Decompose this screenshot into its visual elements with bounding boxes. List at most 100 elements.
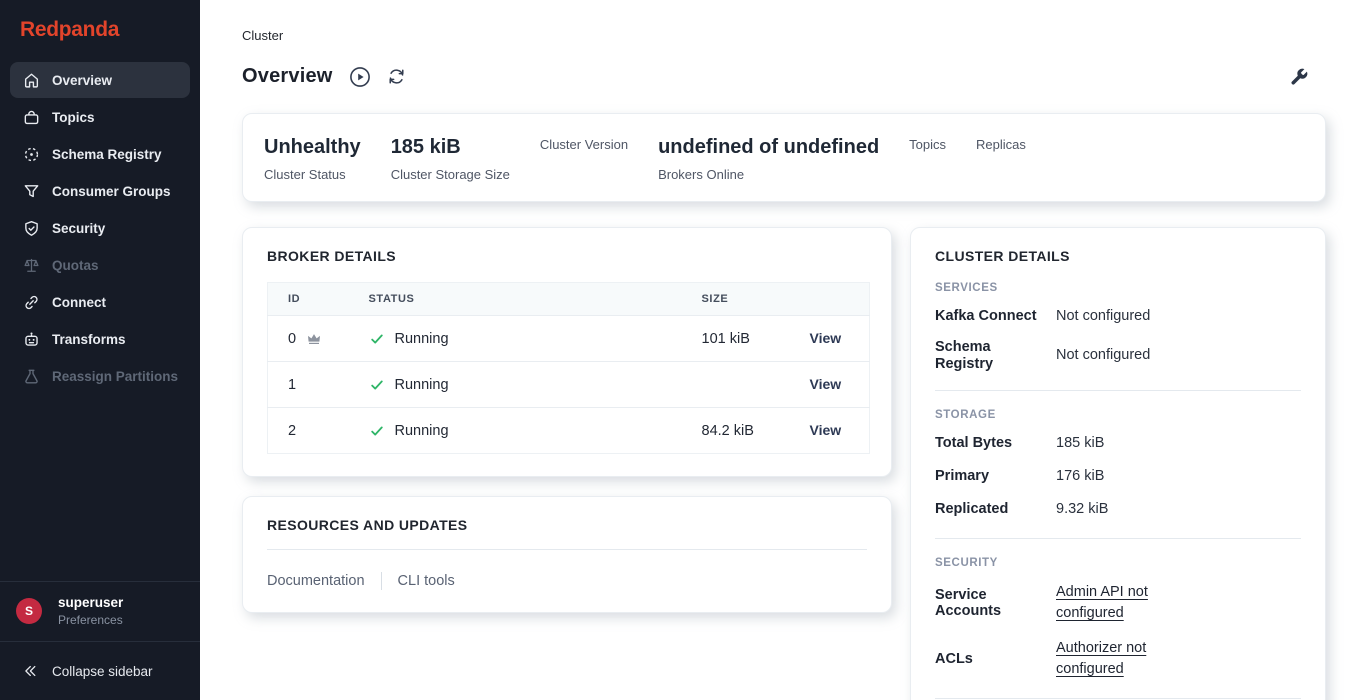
divider bbox=[267, 549, 867, 550]
link-icon bbox=[23, 294, 40, 311]
sidebar-item-label: Security bbox=[52, 221, 105, 236]
kv-label: Primary bbox=[935, 468, 1040, 485]
schema-registry-icon bbox=[23, 146, 40, 163]
kv-label: Replicated bbox=[935, 501, 1040, 518]
broker-size: 84.2 kiB bbox=[702, 408, 810, 454]
collapse-sidebar-button[interactable]: Collapse sidebar bbox=[0, 641, 200, 700]
page-header: Overview bbox=[242, 65, 1326, 88]
sidebar-item-transforms[interactable]: Transforms bbox=[10, 321, 190, 357]
kv-row-total-bytes: Total Bytes 185 kiB bbox=[935, 433, 1301, 454]
home-icon bbox=[23, 72, 40, 89]
kv-label: Service Accounts bbox=[935, 587, 1040, 620]
cluster-details-title: CLUSTER DETAILS bbox=[935, 248, 1301, 264]
table-row: 0 Running 101 kiB View bbox=[268, 316, 870, 362]
collapse-sidebar-label: Collapse sidebar bbox=[52, 664, 153, 679]
stat-replicas: Replicas bbox=[976, 134, 1026, 153]
storage-section-heading: STORAGE bbox=[935, 409, 1301, 421]
broker-size bbox=[702, 362, 810, 408]
sidebar-item-security[interactable]: Security bbox=[10, 210, 190, 246]
broker-id: 1 bbox=[288, 377, 296, 393]
sidebar-item-reassign-partitions: Reassign Partitions bbox=[10, 358, 190, 394]
stat-cluster-storage-size: 185 kiB Cluster Storage Size bbox=[391, 134, 510, 183]
divider bbox=[935, 390, 1301, 391]
kv-value: Not configured bbox=[1056, 306, 1150, 327]
security-section-heading: SECURITY bbox=[935, 557, 1301, 569]
status-ok-icon bbox=[369, 423, 385, 439]
stat-label: Cluster Storage Size bbox=[391, 167, 510, 183]
stat-label: Brokers Online bbox=[658, 167, 879, 183]
broker-size: 101 kiB bbox=[702, 316, 810, 362]
broker-details-title: BROKER DETAILS bbox=[267, 248, 867, 264]
broker-status: Running bbox=[395, 377, 449, 393]
robot-icon bbox=[23, 331, 40, 348]
status-ok-icon bbox=[369, 331, 385, 347]
breadcrumb[interactable]: Cluster bbox=[242, 28, 283, 43]
stat-cluster-status: Unhealthy Cluster Status bbox=[264, 134, 361, 183]
column-header-actions bbox=[810, 283, 870, 316]
admin-api-not-configured-link[interactable]: Admin API not configured bbox=[1056, 582, 1168, 624]
column-header-id: ID bbox=[268, 283, 369, 316]
sidebar-item-consumer-groups[interactable]: Consumer Groups bbox=[10, 173, 190, 209]
sidebar-item-label: Transforms bbox=[52, 332, 126, 347]
kv-value: Not configured bbox=[1056, 345, 1150, 366]
broker-id: 2 bbox=[288, 423, 296, 439]
wrench-icon[interactable] bbox=[1289, 67, 1309, 87]
kv-value: 176 kiB bbox=[1056, 466, 1104, 487]
stat-label: Replicas bbox=[976, 137, 1026, 153]
table-row: 1 Running View bbox=[268, 362, 870, 408]
kv-row-schema-registry: Schema Registry Not configured bbox=[935, 339, 1301, 372]
broker-id: 0 bbox=[288, 331, 296, 347]
sidebar-item-connect[interactable]: Connect bbox=[10, 284, 190, 320]
vertical-divider bbox=[381, 572, 382, 590]
user-preferences-link[interactable]: Preferences bbox=[58, 613, 123, 627]
view-broker-link[interactable]: View bbox=[810, 330, 842, 346]
kv-row-replicated: Replicated 9.32 kiB bbox=[935, 499, 1301, 520]
user-menu[interactable]: S superuser Preferences bbox=[0, 581, 200, 641]
sidebar-item-overview[interactable]: Overview bbox=[10, 62, 190, 98]
stat-topics: Topics bbox=[909, 134, 946, 153]
topics-box-icon bbox=[23, 109, 40, 126]
column-header-status: STATUS bbox=[369, 283, 702, 316]
kv-value: 9.32 kiB bbox=[1056, 499, 1108, 520]
cluster-details-card: CLUSTER DETAILS SERVICES Kafka Connect N… bbox=[910, 227, 1326, 700]
scales-icon bbox=[23, 257, 40, 274]
shield-check-icon bbox=[23, 220, 40, 237]
sidebar-item-label: Overview bbox=[52, 73, 112, 88]
resources-title: RESOURCES AND UPDATES bbox=[267, 517, 867, 533]
sidebar-item-topics[interactable]: Topics bbox=[10, 99, 190, 135]
sidebar: Redpanda Overview Topics Schema Registry… bbox=[0, 0, 200, 700]
status-ok-icon bbox=[369, 377, 385, 393]
sidebar-item-label: Schema Registry bbox=[52, 147, 162, 162]
kv-row-primary: Primary 176 kiB bbox=[935, 466, 1301, 487]
view-broker-link[interactable]: View bbox=[810, 422, 842, 438]
broker-details-card: BROKER DETAILS ID STATUS SIZE 0 bbox=[242, 227, 892, 477]
services-section-heading: SERVICES bbox=[935, 282, 1301, 294]
avatar: S bbox=[16, 598, 42, 624]
stat-value: Unhealthy bbox=[264, 134, 361, 160]
resources-card: RESOURCES AND UPDATES Documentation CLI … bbox=[242, 496, 892, 613]
view-broker-link[interactable]: View bbox=[810, 376, 842, 392]
broker-status: Running bbox=[395, 331, 449, 347]
authorizer-not-configured-link[interactable]: Authorizer not configured bbox=[1056, 638, 1168, 680]
crown-icon bbox=[306, 331, 322, 347]
sidebar-item-label: Topics bbox=[52, 110, 95, 125]
chevrons-left-icon bbox=[22, 663, 38, 679]
kv-row-service-accounts: Service Accounts Admin API not configure… bbox=[935, 582, 1301, 624]
cli-tools-link[interactable]: CLI tools bbox=[398, 573, 455, 589]
funnel-icon bbox=[23, 183, 40, 200]
kv-label: ACLs bbox=[935, 651, 1040, 668]
stat-label: Cluster Status bbox=[264, 167, 361, 183]
play-circle-icon[interactable] bbox=[349, 66, 371, 88]
sidebar-item-quotas: Quotas bbox=[10, 247, 190, 283]
broker-table-header-row: ID STATUS SIZE bbox=[268, 283, 870, 316]
sidebar-item-label: Quotas bbox=[52, 258, 99, 273]
stat-value: 185 kiB bbox=[391, 134, 510, 160]
divider bbox=[935, 538, 1301, 539]
kv-label: Kafka Connect bbox=[935, 308, 1040, 325]
documentation-link[interactable]: Documentation bbox=[267, 573, 365, 589]
sidebar-item-label: Consumer Groups bbox=[52, 184, 171, 199]
stat-cluster-version: Cluster Version bbox=[540, 134, 628, 153]
kv-row-kafka-connect: Kafka Connect Not configured bbox=[935, 306, 1301, 327]
sidebar-item-schema-registry[interactable]: Schema Registry bbox=[10, 136, 190, 172]
refresh-icon[interactable] bbox=[387, 67, 406, 86]
